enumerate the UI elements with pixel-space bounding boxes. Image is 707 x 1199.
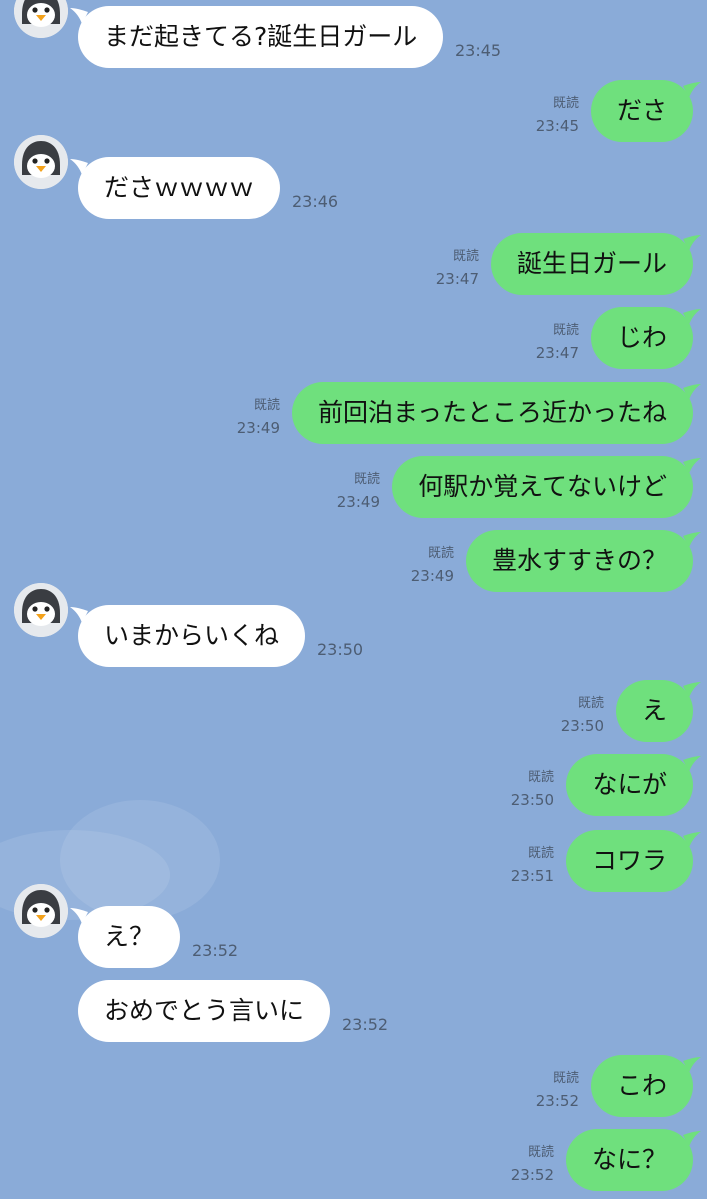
message-timestamp: 23:49 xyxy=(236,419,280,437)
contact-avatar[interactable] xyxy=(14,583,68,637)
incoming-message-bubble[interactable]: いまからいくね xyxy=(78,605,306,667)
message-timestamp: 23:49 xyxy=(410,567,454,585)
message-timestamp: 23:46 xyxy=(292,192,339,211)
message-timestamp: 23:45 xyxy=(535,117,579,135)
message-meta: 既読 23:51 xyxy=(511,843,554,887)
incoming-message-bubble[interactable]: おめでとう言いに xyxy=(78,980,331,1042)
message-timestamp: 23:47 xyxy=(435,270,479,288)
read-receipt: 既読 xyxy=(452,249,479,264)
chat-message-list[interactable]: まだ起きてる?誕生日ガール 23:45 ださ 既読 23:45 ださｗｗｗｗ 23:46 誕生… xyxy=(0,0,707,1199)
outgoing-message-bubble[interactable]: 誕生日ガール xyxy=(490,233,693,295)
message-meta: 既読 23:50 xyxy=(561,693,604,737)
message-timestamp: 23:49 xyxy=(336,493,380,511)
read-receipt: 既読 xyxy=(552,323,579,338)
message-timestamp: 23:52 xyxy=(342,1015,389,1034)
message-meta: 既読 23:47 xyxy=(436,246,479,290)
penguin-icon xyxy=(14,884,68,938)
contact-avatar[interactable] xyxy=(14,884,68,938)
outgoing-message-bubble[interactable]: じわ xyxy=(590,307,693,369)
read-receipt: 既読 xyxy=(527,770,554,785)
message-meta: 既読 23:49 xyxy=(237,395,280,439)
penguin-icon xyxy=(14,135,68,189)
read-receipt: 既読 xyxy=(552,1071,579,1086)
penguin-icon xyxy=(14,583,68,637)
contact-avatar[interactable] xyxy=(14,135,68,189)
message-timestamp: 23:52 xyxy=(192,941,239,960)
outgoing-message-bubble[interactable]: ださ xyxy=(590,80,693,142)
message-meta: 既読 23:52 xyxy=(511,1142,554,1186)
outgoing-message-bubble[interactable]: 前回泊まったところ近かったね xyxy=(291,382,693,444)
message-meta: 既読 23:49 xyxy=(337,469,380,513)
message-timestamp: 23:52 xyxy=(510,1166,554,1184)
read-receipt: 既読 xyxy=(552,96,579,111)
outgoing-message-bubble[interactable]: なに？ xyxy=(565,1129,693,1191)
read-receipt: 既読 xyxy=(353,472,380,487)
background-cloud xyxy=(60,800,220,920)
read-receipt: 既読 xyxy=(253,398,280,413)
message-timestamp: 23:45 xyxy=(455,41,502,60)
message-meta: 既読 23:50 xyxy=(511,767,554,811)
message-timestamp: 23:51 xyxy=(510,867,554,885)
outgoing-message-bubble[interactable]: 豊水すすきの？ xyxy=(465,530,693,592)
outgoing-message-bubble[interactable]: コワラ xyxy=(565,830,693,892)
outgoing-message-bubble[interactable]: え xyxy=(615,680,693,742)
penguin-icon xyxy=(14,0,68,38)
incoming-message-bubble[interactable]: ださｗｗｗｗ xyxy=(78,157,281,219)
message-timestamp: 23:52 xyxy=(535,1092,579,1110)
outgoing-message-bubble[interactable]: こわ xyxy=(590,1055,693,1117)
message-timestamp: 23:50 xyxy=(510,791,554,809)
read-receipt: 既読 xyxy=(427,546,454,561)
read-receipt: 既読 xyxy=(577,696,604,711)
message-timestamp: 23:50 xyxy=(560,717,604,735)
message-meta: 既読 23:49 xyxy=(411,543,454,587)
incoming-message-bubble[interactable]: え？ xyxy=(78,906,181,968)
message-meta: 既読 23:45 xyxy=(536,93,579,137)
message-timestamp: 23:47 xyxy=(535,344,579,362)
message-timestamp: 23:50 xyxy=(317,640,364,659)
incoming-message-bubble[interactable]: まだ起きてる?誕生日ガール xyxy=(78,6,444,68)
read-receipt: 既読 xyxy=(527,846,554,861)
message-meta: 既読 23:47 xyxy=(536,320,579,364)
contact-avatar[interactable] xyxy=(14,0,68,38)
read-receipt: 既読 xyxy=(527,1145,554,1160)
outgoing-message-bubble[interactable]: 何駅か覚えてないけど xyxy=(392,456,693,518)
outgoing-message-bubble[interactable]: なにが xyxy=(566,754,693,816)
message-meta: 既読 23:52 xyxy=(536,1068,579,1112)
